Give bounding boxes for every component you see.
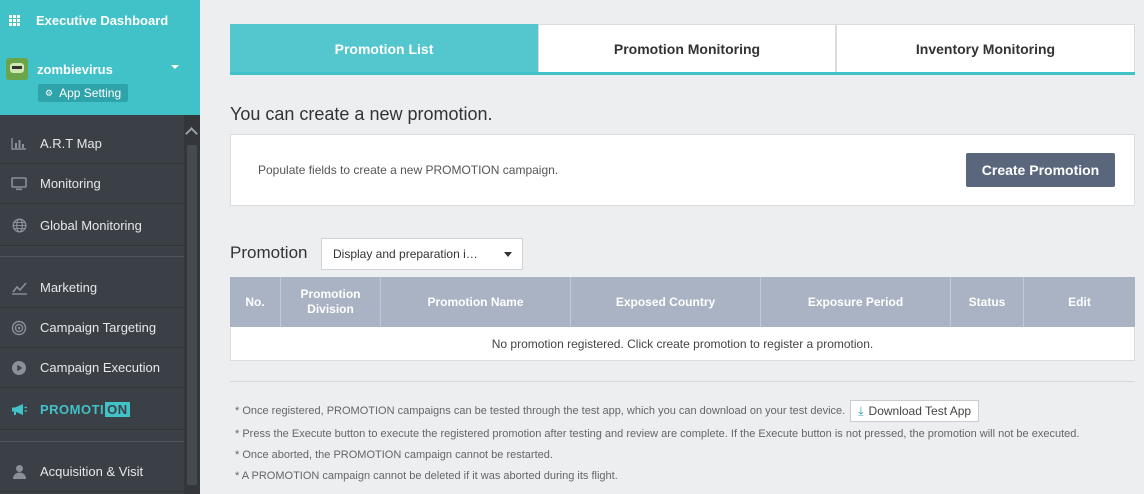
chevron-down-icon[interactable] <box>171 65 179 69</box>
app-setting-label: App Setting <box>59 86 122 100</box>
executive-dashboard-label: Executive Dashboard <box>36 12 169 28</box>
column-header-name: Promotion Name <box>381 277 571 327</box>
note-aborted: * Once aborted, the PROMOTION campaign c… <box>235 448 553 461</box>
sidebar-item-global-monitoring[interactable]: Global Monitoring <box>0 206 184 246</box>
main-content: Promotion List Promotion Monitoring Inve… <box>230 24 1135 482</box>
tab-promotion-monitoring[interactable]: Promotion Monitoring <box>538 24 836 72</box>
sidebar-item-label: Campaign Execution <box>40 360 160 375</box>
line-chart-icon <box>10 281 28 295</box>
promotion-label-text: PROMOTI <box>40 402 105 417</box>
sidebar-item-art-map[interactable]: A.R.T Map <box>0 124 184 164</box>
on-badge: ON <box>105 402 130 417</box>
chevron-down-icon <box>504 252 512 257</box>
tab-promotion-list[interactable]: Promotion List <box>230 24 538 72</box>
sidebar-item-campaign-execution[interactable]: Campaign Execution <box>0 348 184 388</box>
user-profile[interactable]: zombievirus <box>6 58 113 80</box>
target-icon <box>10 320 28 335</box>
sidebar-divider <box>0 256 184 257</box>
note-test-app: * Once registered, PROMOTION campaigns c… <box>235 405 846 417</box>
avatar <box>6 58 28 80</box>
sidebar-item-label: Campaign Targeting <box>40 320 157 335</box>
sidebar-item-campaign-targeting[interactable]: Campaign Targeting <box>0 308 184 348</box>
empty-message: No promotion registered. Click create pr… <box>491 336 874 351</box>
table-empty-row: No promotion registered. Click create pr… <box>230 327 1135 361</box>
column-header-status: Status <box>951 277 1024 327</box>
sidebar-item-label: Monitoring <box>40 176 101 191</box>
promotion-section-title: Promotion <box>230 243 308 262</box>
scrollbar-thumb[interactable] <box>187 145 197 485</box>
create-promotion-button[interactable]: Create Promotion <box>966 153 1115 187</box>
column-header-country: Exposed Country <box>571 277 761 327</box>
section-divider <box>230 381 1135 382</box>
column-header-edit: Edit <box>1068 294 1091 309</box>
app-setting-button[interactable]: ⚙ App Setting <box>38 84 129 102</box>
download-test-app-button[interactable]: ⤓ Download Test App <box>850 400 980 422</box>
sidebar: Executive Dashboard zombievirus ⚙ App Se… <box>0 0 200 494</box>
sidebar-item-label: A.R.T Map <box>40 136 102 151</box>
user-name: zombievirus <box>37 61 113 77</box>
sidebar-item-label: Acquisition & Visit <box>40 464 144 479</box>
scroll-up-icon[interactable] <box>185 127 198 140</box>
executive-dashboard-link[interactable]: Executive Dashboard <box>0 0 200 40</box>
gear-icon: ⚙ <box>45 87 54 98</box>
notes: * Once registered, PROMOTION campaigns c… <box>235 399 1135 486</box>
sidebar-header: Executive Dashboard zombievirus ⚙ App Se… <box>0 0 200 115</box>
sidebar-item-marketing[interactable]: Marketing <box>0 268 184 308</box>
sidebar-scrollbar[interactable] <box>184 115 200 494</box>
sidebar-divider <box>0 441 184 442</box>
globe-icon <box>10 218 28 233</box>
note-execute: * Press the Execute button to execute th… <box>235 427 1080 440</box>
sidebar-item-label: PROMOTI ON <box>40 402 130 417</box>
promotion-status-value: Display and preparation i… <box>333 247 478 261</box>
note-line: * A PROMOTION campaign cannot be deleted… <box>235 465 1135 486</box>
play-icon <box>10 360 28 375</box>
note-line: * Press the Execute button to execute th… <box>235 423 1135 444</box>
create-headline: You can create a new promotion. <box>230 104 493 124</box>
bar-chart-icon <box>10 137 28 151</box>
promotion-table: No. Promotion Division Promotion Name Ex… <box>230 277 1135 361</box>
megaphone-icon <box>10 403 28 417</box>
create-promotion-panel: Populate fields to create a new PROMOTIO… <box>230 134 1135 206</box>
column-header-division: Promotion Division <box>281 277 381 327</box>
note-line: * Once registered, PROMOTION campaigns c… <box>235 399 1135 423</box>
download-test-app-label: Download Test App <box>868 404 972 418</box>
note-delete: * A PROMOTION campaign cannot be deleted… <box>235 469 618 482</box>
sidebar-item-promotion[interactable]: PROMOTI ON <box>0 390 184 430</box>
tab-bar: Promotion List Promotion Monitoring Inve… <box>230 24 1135 75</box>
sidebar-item-label: Global Monitoring <box>40 218 142 233</box>
monitor-icon <box>10 176 28 191</box>
sidebar-item-monitoring[interactable]: Monitoring <box>0 164 184 204</box>
promotion-status-select[interactable]: Display and preparation i… <box>321 238 523 270</box>
sidebar-item-label: Marketing <box>40 280 98 295</box>
note-line: * Once aborted, the PROMOTION campaign c… <box>235 444 1135 465</box>
person-icon <box>10 465 28 479</box>
column-header-no: No. <box>230 277 281 327</box>
table-header: No. Promotion Division Promotion Name Ex… <box>230 277 1135 327</box>
download-icon: ⤓ <box>858 403 864 418</box>
create-description: Populate fields to create a new PROMOTIO… <box>258 163 559 177</box>
grid-icon <box>9 14 20 26</box>
tab-inventory-monitoring[interactable]: Inventory Monitoring <box>836 24 1135 72</box>
column-header-period: Exposure Period <box>761 277 951 327</box>
sidebar-item-acquisition-visit[interactable]: Acquisition & Visit <box>0 452 184 492</box>
